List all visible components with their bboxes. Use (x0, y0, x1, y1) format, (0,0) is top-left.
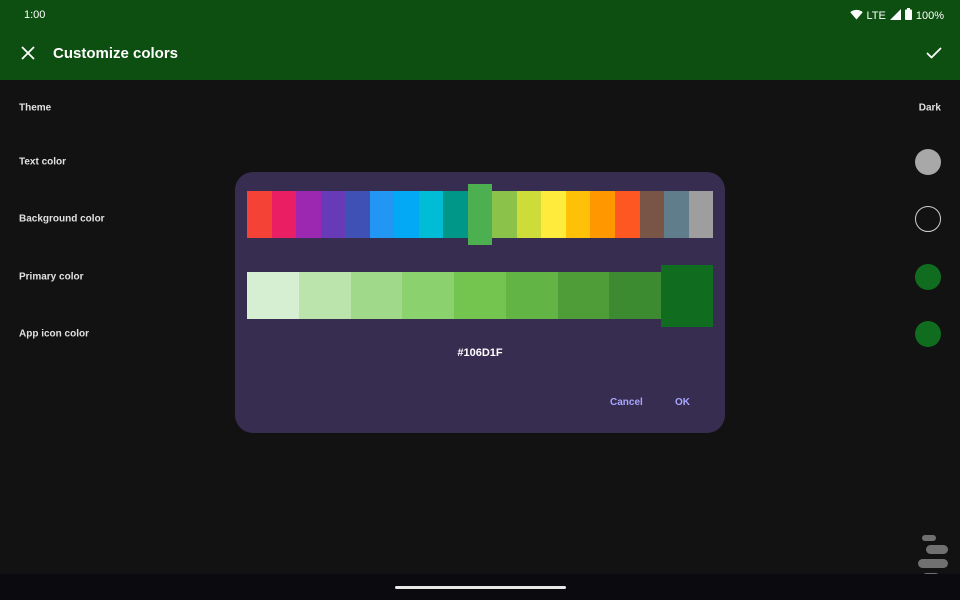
ok-button[interactable]: OK (675, 397, 690, 408)
color-picker-dialog: #106D1F Cancel OK (235, 172, 725, 433)
hue-swatch[interactable] (516, 191, 542, 238)
screen: 1:00 LTE 100% Customize colors Theme Dar… (0, 0, 960, 600)
check-icon (926, 46, 942, 64)
home-gesture-handle[interactable] (395, 586, 566, 589)
close-button[interactable] (14, 41, 42, 69)
shade-swatch[interactable] (350, 272, 403, 319)
hue-swatch[interactable] (369, 191, 395, 238)
shade-swatch[interactable] (609, 272, 662, 319)
status-icons: LTE 100% (849, 8, 944, 23)
setting-label: Primary color (19, 271, 84, 283)
color-swatch[interactable] (915, 264, 941, 290)
color-swatch[interactable] (915, 149, 941, 175)
hue-swatch[interactable] (565, 191, 591, 238)
hue-swatch-selected[interactable] (467, 184, 493, 245)
shade-swatch[interactable] (402, 272, 455, 319)
hue-swatch[interactable] (296, 191, 321, 238)
setting-row-theme[interactable]: Theme Dark (0, 88, 960, 128)
setting-label: App icon color (19, 328, 89, 340)
color-swatch[interactable] (915, 321, 941, 347)
shade-swatch[interactable] (454, 272, 506, 319)
app-bar: Customize colors (0, 30, 960, 80)
setting-label: Theme (19, 102, 52, 114)
close-icon (21, 46, 35, 65)
shade-swatch[interactable] (505, 272, 558, 319)
signal-icon (889, 8, 901, 23)
shade-palette (247, 265, 714, 327)
hex-value: #106D1F (457, 347, 503, 359)
color-swatch[interactable] (915, 206, 941, 232)
hue-swatch[interactable] (590, 191, 615, 238)
hue-swatch[interactable] (639, 191, 665, 238)
hue-swatch[interactable] (418, 191, 444, 238)
cancel-button[interactable]: Cancel (610, 397, 643, 408)
hue-swatch[interactable] (443, 191, 468, 238)
battery-icon (904, 8, 912, 23)
hue-swatch[interactable] (492, 191, 517, 238)
battery-level: 100% (915, 9, 944, 22)
hue-swatch[interactable] (664, 191, 689, 238)
shade-swatch[interactable] (247, 272, 299, 319)
hue-swatch[interactable] (394, 191, 419, 238)
status-time: 1:00 (24, 9, 46, 21)
hue-palette (247, 184, 714, 245)
setting-value: Dark (918, 102, 941, 114)
hue-swatch[interactable] (271, 191, 297, 238)
navigation-bar (0, 574, 960, 600)
hue-swatch[interactable] (541, 191, 566, 238)
hue-swatch[interactable] (247, 191, 272, 238)
shade-swatch[interactable] (298, 272, 351, 319)
hue-swatch[interactable] (320, 191, 346, 238)
shade-swatch[interactable] (557, 272, 610, 319)
network-label: LTE (866, 9, 886, 22)
shade-swatch-selected[interactable] (661, 265, 714, 327)
status-bar: 1:00 LTE 100% (0, 0, 960, 30)
hue-swatch[interactable] (345, 191, 370, 238)
setting-label: Background color (19, 213, 105, 225)
wifi-icon (849, 9, 863, 23)
setting-label: Text color (19, 156, 67, 168)
page-title: Customize colors (53, 45, 179, 62)
hue-swatch[interactable] (614, 191, 640, 238)
hue-swatch[interactable] (688, 191, 714, 238)
confirm-button[interactable] (920, 41, 948, 69)
